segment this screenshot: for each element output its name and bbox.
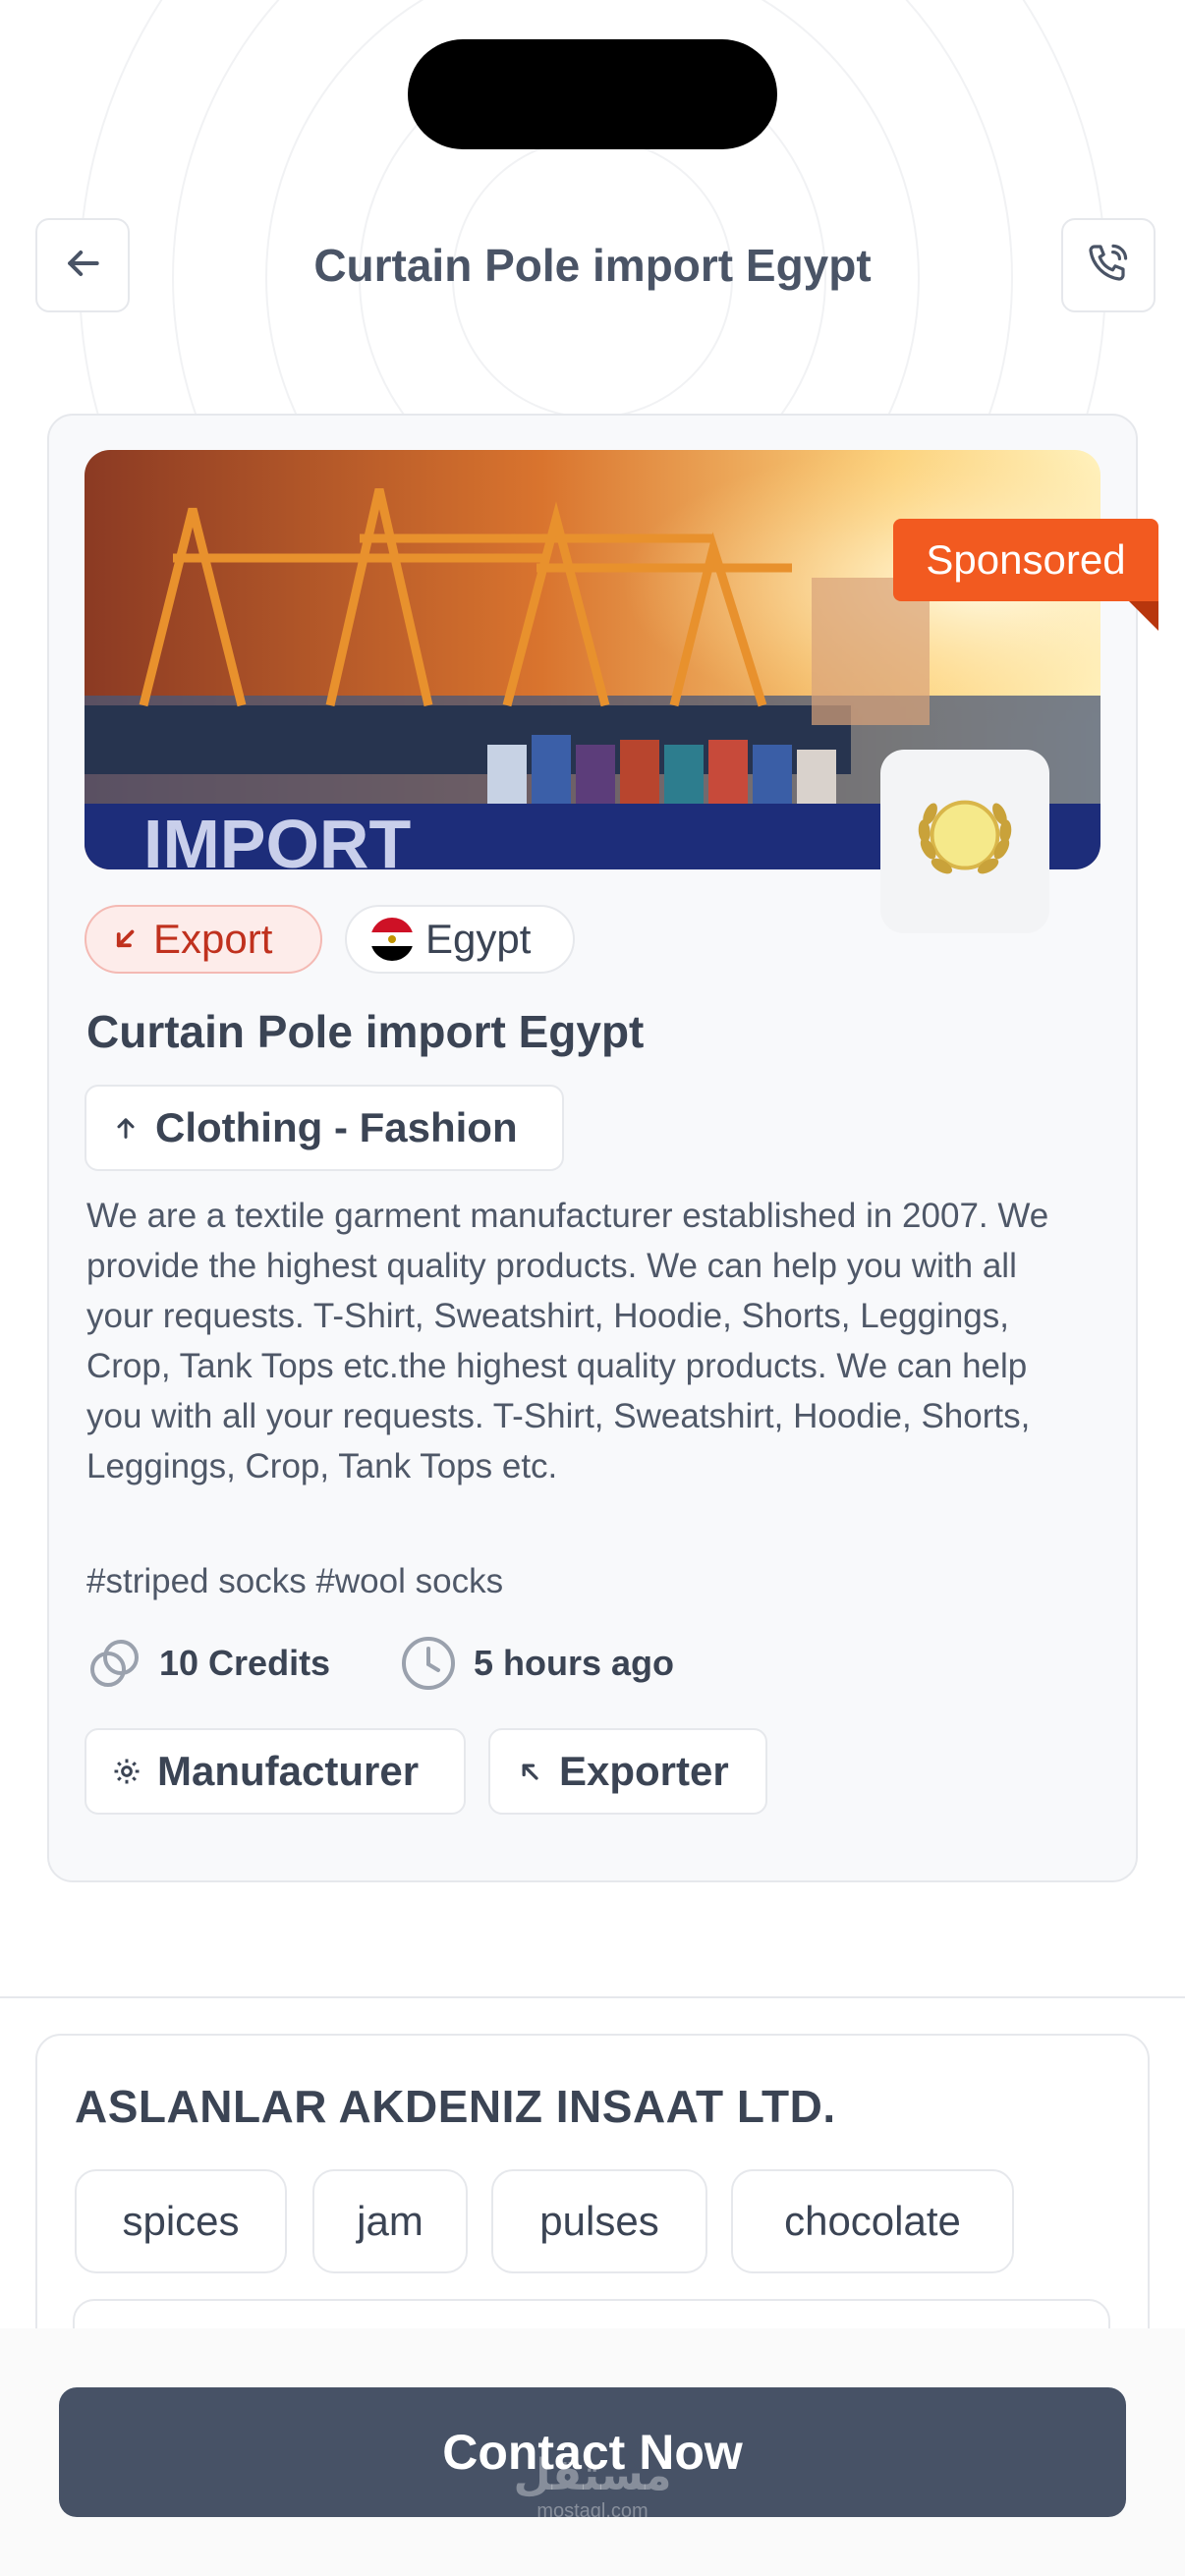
keyword-chip[interactable]: chocolate [731,2169,1014,2273]
role-tag-manufacturer[interactable]: Manufacturer [85,1728,466,1815]
trade-type-label: Export [153,916,273,962]
listing-title: Curtain Pole import Egypt [86,1006,645,1057]
role-label-exporter: Exporter [559,1748,729,1794]
country-label: Egypt [425,916,532,962]
page-title: Curtain Pole import Egypt [313,240,872,291]
posted-time-info: 5 hours ago [399,1629,674,1698]
arrow-up-left-icon [516,1758,543,1785]
section-divider [0,1996,1185,1998]
company-badge [880,750,1049,933]
back-button[interactable] [35,218,130,312]
arrow-left-icon [61,242,104,290]
laurel-wreath-icon [907,781,1023,902]
category-tag[interactable]: Clothing - Fashion [85,1085,564,1171]
watermark-arabic: مستقل [513,2451,672,2499]
arrow-up-icon [112,1114,140,1142]
sponsored-ribbon-fold [1129,601,1158,631]
category-label: Clothing - Fashion [155,1104,518,1150]
company-name: ASLANLAR AKDENIZ INSAAT LTD. [75,2081,836,2132]
credits-label: 10 Credits [159,1643,331,1683]
keyword-chip[interactable]: spices [75,2169,287,2273]
egypt-flag-icon [370,918,414,961]
trade-type-badge: Export [85,905,322,974]
keyword-chip[interactable]: pulses [491,2169,707,2273]
listing-hashtags: #striped socks #wool socks [86,1562,504,1600]
role-tag-exporter[interactable]: Exporter [488,1728,767,1815]
listing-description: We are a textile garment manufacturer es… [86,1197,1049,1485]
keyword-chip[interactable]: jam [312,2169,468,2273]
role-label-manufacturer: Manufacturer [157,1748,420,1794]
arrow-down-left-icon [110,924,140,954]
svg-text:IMPORT: IMPORT [143,806,411,869]
watermark: مستقل mostaql.com [511,2452,674,2523]
watermark-latin: mostaql.com [536,2500,649,2522]
posted-time-label: 5 hours ago [474,1643,675,1683]
gear-icon [112,1757,141,1786]
camera-notch [408,39,777,149]
clock-icon [399,1634,458,1693]
phone-icon [1085,240,1132,292]
credits-icon [85,1634,143,1693]
call-button[interactable] [1061,218,1156,312]
credits-info: 10 Credits [85,1629,330,1698]
country-badge: Egypt [345,905,575,974]
sponsored-ribbon: Sponsored [893,519,1158,601]
